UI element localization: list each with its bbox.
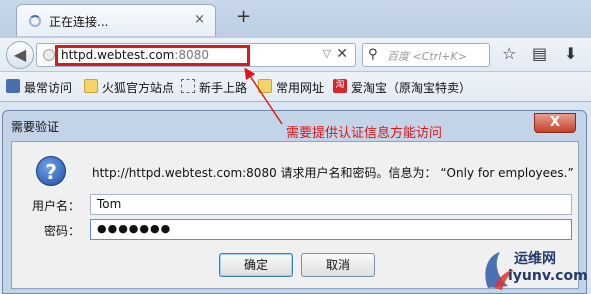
loading-spinner-icon [29,15,41,27]
dialog-title: 需要验证 [11,120,60,134]
tab-bar: 正在连接... × + [0,0,591,38]
search-bar[interactable]: ⚲ 百度 <Ctrl+K> [362,43,490,67]
watermark-cn: 运维网 [514,251,556,267]
back-arrow-icon: ◀ [13,45,27,64]
globe-icon [43,49,55,61]
username-label: 用户名： [32,199,81,213]
annotation-text: 需要提供认证信息方能访问 [286,126,443,141]
new-tab-icon[interactable]: + [236,8,251,26]
bookmark-item[interactable]: 火狐官方站点 [102,79,174,96]
folder-icon [258,79,272,93]
bookmarks-menu-icon[interactable]: ▤ [532,46,547,62]
url-highlight-box [55,45,250,66]
url-bar[interactable]: httpd.webtest.com:8080 ▽ ✕ [36,43,356,67]
tab-close-icon[interactable]: × [194,12,205,27]
ok-button[interactable]: 确定 [219,253,293,277]
cancel-button[interactable]: 取消 [301,253,375,277]
taobao-icon: 淘 [333,79,347,93]
watermark-en: iyunv.com [508,268,588,284]
folder-icon [84,79,98,93]
bookmark-item[interactable]: 爱淘宝（原淘宝特卖） [351,79,471,96]
stop-icon[interactable]: ✕ [336,46,348,62]
bookmark-item[interactable]: 新手上路 [199,79,247,96]
dashed-box-icon [181,79,195,93]
tab-title: 正在连接... [49,15,109,29]
search-placeholder: 百度 <Ctrl+K> [387,50,467,63]
password-label: 密码： [44,224,81,238]
site-watermark: 运维网 iyunv.com [478,248,588,292]
password-field[interactable]: ●●●●●●● [90,219,572,240]
bookmarks-toolbar: 最常访问 火狐官方站点 新手上路 常用网址 淘 爱淘宝（原淘宝特卖） [0,72,591,102]
download-icon[interactable]: ⬇ [564,46,577,62]
auth-prompt: http://httpd.webtest.com:8080 请求用户名和密码。信… [92,166,574,180]
question-icon: ? [36,156,66,186]
browser-tab[interactable]: 正在连接... × [16,4,216,36]
bookmark-item[interactable]: 最常访问 [24,79,72,96]
url-dropdown-icon[interactable]: ▽ [323,47,331,60]
dialog-close-button[interactable]: X [534,113,576,133]
bookmark-item[interactable]: 常用网址 [276,79,324,96]
username-field[interactable]: Tom [90,194,572,215]
search-icon: ⚲ [368,47,378,62]
navigation-bar: ◀ httpd.webtest.com:8080 ▽ ✕ ⚲ 百度 <Ctrl+… [0,38,591,72]
bookmark-star-icon[interactable]: ☆ [502,46,516,62]
back-button[interactable]: ◀ [6,41,34,69]
